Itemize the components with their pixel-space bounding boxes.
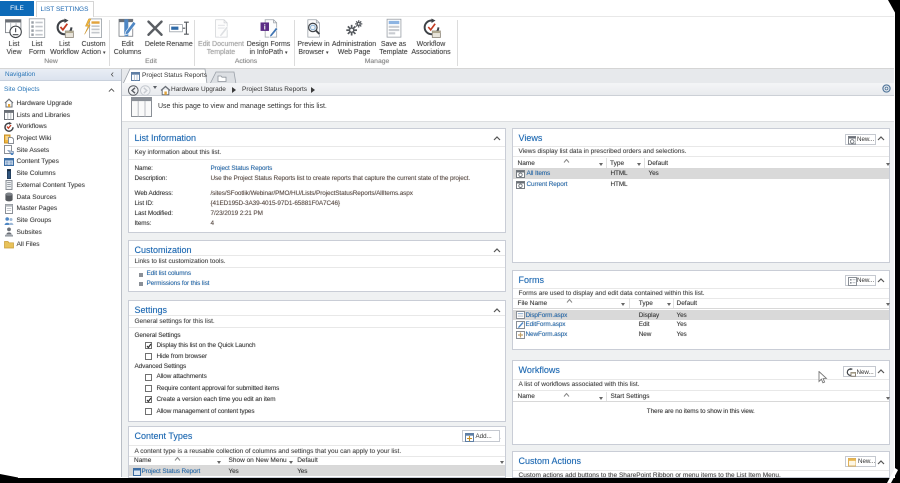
svg-text:i: i [263,22,265,31]
